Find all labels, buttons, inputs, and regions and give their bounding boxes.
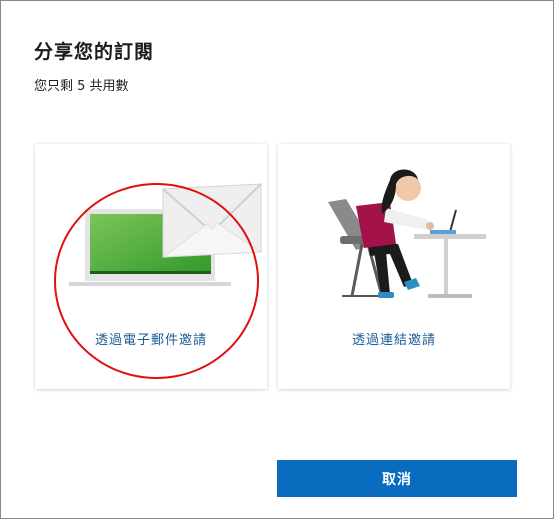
remaining-shares-text: 您只剩 5 共用數	[34, 79, 129, 94]
share-subscription-dialog: 分享您的訂閱 您只剩 5 共用數 透過電子郵件邀請 透過連結邀請 取消	[0, 0, 554, 519]
invite-by-link-card[interactable]: 透過連結邀請	[278, 144, 510, 389]
invite-by-link-label: 透過連結邀請	[351, 333, 436, 348]
person-at-laptop-illustration	[328, 169, 486, 298]
dialog-title: 分享您的訂閱	[34, 41, 155, 63]
invite-by-email-card[interactable]: 透過電子郵件邀請	[35, 144, 267, 389]
laptop-envelope-illustration	[69, 183, 263, 286]
cancel-button[interactable]: 取消	[277, 460, 517, 497]
invite-by-email-label: 透過電子郵件邀請	[94, 333, 207, 348]
